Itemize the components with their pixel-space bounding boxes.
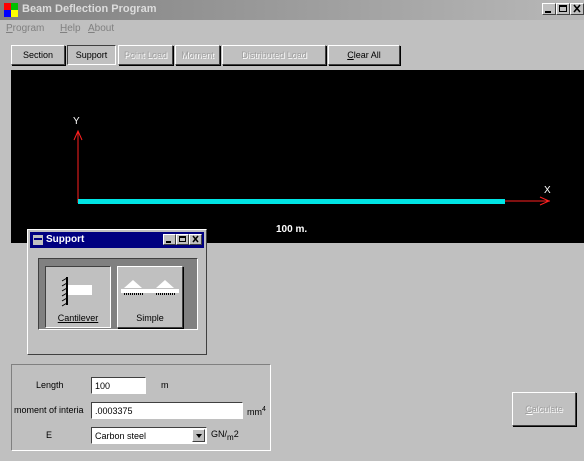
length-input[interactable]: 100 — [91, 377, 146, 394]
length-unit: m — [161, 380, 169, 390]
cantilever-icon — [61, 277, 92, 307]
modulus-unit-m: m — [227, 432, 234, 442]
modulus-label: E — [46, 430, 53, 440]
beam — [78, 199, 505, 204]
cantilever-label: Cantilever — [57, 313, 99, 323]
close-icon[interactable] — [570, 3, 584, 15]
point-load-button[interactable]: Point Load — [118, 45, 173, 65]
support-options-panel: Cantilever Simple — [38, 258, 198, 330]
moment-of-inertia-label: moment of interia — [14, 405, 84, 415]
beam-app-icon — [4, 3, 18, 17]
moment-button[interactable]: Moment — [175, 45, 220, 65]
simple-support-label: Simple — [136, 313, 164, 323]
minimize-icon[interactable] — [542, 3, 556, 15]
moi-unit-exponent: 4 — [262, 406, 266, 413]
y-axis-label: Y — [73, 116, 80, 127]
window-title: Beam Deflection Program — [22, 3, 157, 15]
support-window-titlebar[interactable]: Support — [30, 232, 204, 248]
modulus-unit-exponent: 2 — [233, 429, 239, 439]
window-controls — [542, 3, 584, 15]
beam-diagram: Y X 100 m. — [73, 116, 551, 235]
calculate-button[interactable]: Calculate — [512, 392, 576, 426]
menu-program[interactable]: Program — [6, 23, 44, 34]
modulus-unit: GN/m2 — [211, 429, 239, 442]
menu-help[interactable]: Help — [60, 23, 81, 34]
calculate-label: Calculate — [525, 404, 563, 414]
properties-panel: Length 100 m moment of interia .0003375 … — [11, 364, 271, 451]
modulus-unit-base: GN/ — [211, 429, 228, 439]
length-label: Length — [36, 380, 64, 390]
clear-all-button[interactable]: Clear All — [328, 45, 400, 65]
moment-of-inertia-input[interactable]: .0003375 — [91, 402, 243, 419]
moment-of-inertia-unit: mm4 — [247, 406, 266, 417]
support-button[interactable]: Support — [67, 45, 116, 65]
minimize-icon[interactable] — [163, 234, 176, 245]
toolbar: Section Support Point Load Moment Distri… — [0, 40, 584, 68]
menu-bar: Program Help About — [0, 20, 584, 38]
simple-support-icon — [121, 280, 179, 295]
support-window-icon — [33, 235, 43, 245]
cantilever-button[interactable]: Cantilever — [45, 266, 111, 328]
close-icon[interactable] — [189, 234, 202, 245]
section-button[interactable]: Section — [11, 45, 65, 65]
distributed-load-button[interactable]: Distributed Load — [222, 45, 326, 65]
material-select[interactable]: Carbon steel — [91, 427, 207, 444]
support-window-controls — [163, 234, 202, 245]
title-bar: Beam Deflection Program — [0, 0, 584, 20]
support-window: Support Cantilever Simple — [27, 229, 207, 355]
maximize-icon[interactable] — [556, 3, 570, 15]
support-window-title: Support — [46, 234, 85, 245]
beam-length-label: 100 m. — [276, 224, 307, 235]
x-axis-label: X — [544, 185, 551, 196]
maximize-icon[interactable] — [176, 234, 189, 245]
chevron-down-icon[interactable] — [192, 429, 205, 442]
simple-support-button[interactable]: Simple — [117, 266, 183, 328]
moi-unit-base: mm — [247, 407, 262, 417]
menu-about[interactable]: About — [88, 23, 114, 34]
beam-canvas[interactable]: Y X 100 m. — [11, 70, 584, 243]
clear-all-label: Clear All — [347, 50, 381, 60]
material-select-value: Carbon steel — [95, 431, 147, 441]
